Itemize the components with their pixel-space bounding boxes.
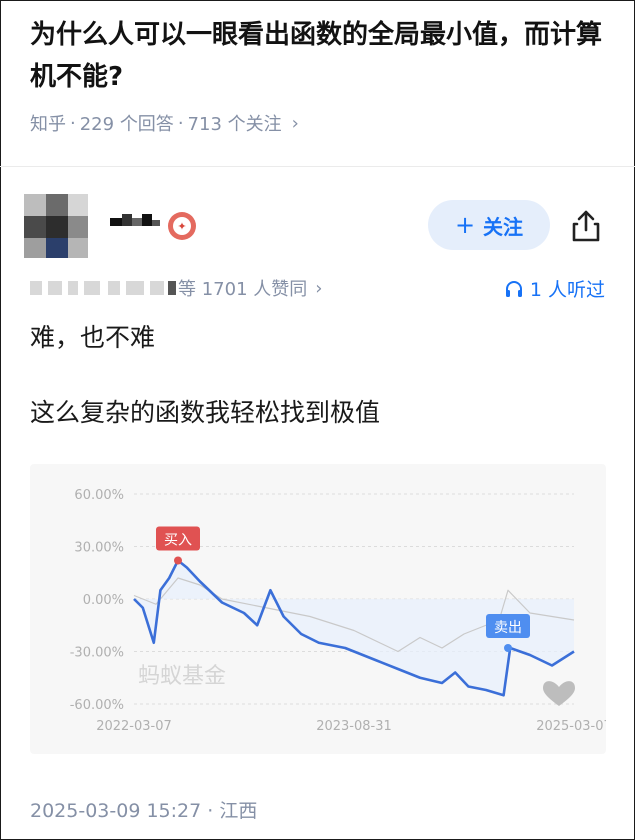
chevron-right-icon[interactable]: › <box>292 113 299 134</box>
y-tick-label: -30.00% <box>70 646 124 661</box>
listen-text: 1 人听过 <box>529 279 605 301</box>
voter-names-blurred <box>30 279 178 297</box>
listen-count[interactable]: 1 人听过 <box>504 275 605 302</box>
y-tick-label: 60.00% <box>74 488 124 503</box>
divider <box>0 166 635 167</box>
answer-paragraph: 这么复杂的函数我轻松找到极值 <box>30 398 381 427</box>
share-icon[interactable] <box>566 206 606 246</box>
question-meta: 知乎 · 229 个回答 · 713 个关注 › <box>30 110 299 136</box>
fund-line-chart: 60.00% 30.00% 0.00% -30.00% -60.00% 2022-03-0… <box>70 488 606 734</box>
annotation-label: 卖出 <box>494 620 522 636</box>
heart-icon <box>543 681 575 706</box>
author-avatar[interactable] <box>24 194 88 258</box>
plus-icon: + <box>454 211 476 239</box>
x-tick-label: 2023-08-31 <box>316 719 392 734</box>
meta-dot: · <box>177 112 184 134</box>
chevron-right-icon: › <box>315 277 323 299</box>
y-tick-label: 0.00% <box>83 593 124 608</box>
question-title[interactable]: 为什么人可以一眼看出函数的全局最小值，而计算机不能? <box>30 14 610 98</box>
annotation-point <box>174 556 182 565</box>
watermark-label: 蚂蚁基金 <box>138 664 226 689</box>
post-location: 江西 <box>219 800 258 822</box>
badge-icon[interactable]: ✦ <box>168 212 196 240</box>
post-time: 2025-03-09 15:27 · 江西 <box>30 800 258 822</box>
follow-button[interactable]: + 关注 <box>428 200 550 250</box>
headphones-icon <box>505 280 522 297</box>
y-tick-label: 30.00% <box>74 541 124 556</box>
post-date: 2025-03-09 15:27 <box>30 800 202 822</box>
voters-line[interactable]: 等 1701 人赞同 › <box>30 275 322 301</box>
answer-count[interactable]: 229 个回答 <box>80 110 174 136</box>
y-tick-label: -60.00% <box>70 698 124 713</box>
annotation-label: 买入 <box>164 533 192 549</box>
author-name-pixelated[interactable] <box>110 208 162 236</box>
annotation-point <box>504 644 512 652</box>
meta-dot: · <box>70 112 76 134</box>
answer-paragraph: 难，也不难 <box>30 323 156 352</box>
follow-label: 关注 <box>483 214 524 239</box>
x-tick-label: 2025-03-07 <box>536 719 606 734</box>
vote-count: 等 1701 人赞同 <box>178 279 308 300</box>
follower-count[interactable]: 713 个关注 <box>188 110 282 136</box>
x-tick-label: 2022-03-07 <box>96 719 172 734</box>
source-label[interactable]: 知乎 <box>30 110 66 136</box>
